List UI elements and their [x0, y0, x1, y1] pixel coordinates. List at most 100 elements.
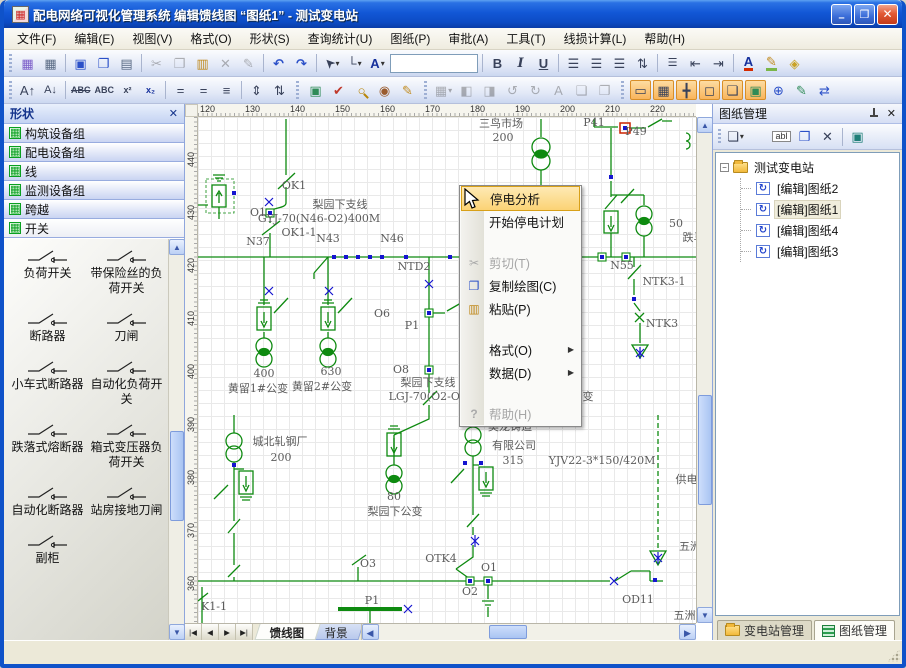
flip-vertical-button[interactable]: ◨: [479, 80, 500, 100]
approve-button[interactable]: ✔: [328, 80, 349, 100]
highlight-button[interactable]: ✎: [761, 53, 782, 73]
line-spacing-single-button[interactable]: =: [170, 80, 191, 100]
underline-button[interactable]: U: [533, 53, 554, 73]
report-table-button[interactable]: ▦: [40, 53, 61, 73]
guides-toggle[interactable]: ╋: [676, 80, 697, 100]
small-caps-button[interactable]: ABC: [94, 80, 116, 100]
last-sheet-button[interactable]: ▶|: [236, 624, 253, 640]
menu-item[interactable]: 视图(V): [123, 28, 181, 49]
font-decrease-button[interactable]: A↓: [40, 80, 61, 100]
paste-button[interactable]: ▥: [192, 53, 213, 73]
print-button[interactable]: ▤: [116, 53, 137, 73]
shape-group-bar[interactable]: ▦ 构筑设备组: [4, 124, 184, 143]
scroll-right-icon[interactable]: ▶: [679, 624, 696, 640]
stencil-shape[interactable]: 刀闸: [87, 312, 166, 344]
stencil-shape[interactable]: 跌落式熔断器: [8, 423, 87, 470]
sheet-tab[interactable]: 馈线图: [254, 624, 320, 640]
bring-forward-button[interactable]: ❏: [571, 80, 592, 100]
scroll-left-icon[interactable]: ◀: [362, 624, 379, 640]
scroll-thumb[interactable]: [698, 395, 712, 505]
rename-sheet-button[interactable]: abl: [771, 127, 792, 147]
style-combo[interactable]: [390, 54, 478, 73]
format-painter-button[interactable]: ✎: [238, 53, 259, 73]
menu-item[interactable]: 形状(S): [241, 28, 299, 49]
tree-item-sheet[interactable]: ↻ [编辑]图纸1: [741, 199, 897, 220]
delete-button[interactable]: ✕: [215, 53, 236, 73]
strikethrough-button[interactable]: ABC: [70, 80, 92, 100]
menu-item[interactable]: 图纸(P): [381, 28, 439, 49]
stencil-shape[interactable]: 站房接地刀闸: [87, 486, 166, 518]
new-drawing-button[interactable]: ▦: [17, 53, 38, 73]
context-menu-item[interactable]: ❐ 复制绘图(C): [461, 274, 580, 297]
outdent-button[interactable]: ⇤: [685, 53, 706, 73]
rotate-text-button[interactable]: A: [548, 80, 569, 100]
shape-group-bar[interactable]: ▦ 监测设备组: [4, 181, 184, 200]
indent-button[interactable]: ⇥: [708, 53, 729, 73]
vertical-text-button[interactable]: ⇅: [632, 53, 653, 73]
pan-window-toggle[interactable]: ▣: [745, 80, 766, 100]
undo-button[interactable]: ↶: [268, 53, 289, 73]
font-increase-button[interactable]: A↑: [17, 80, 38, 100]
shapes-panel-close-icon[interactable]: ✕: [169, 107, 178, 120]
delete-sheet-button[interactable]: ✕: [817, 127, 838, 147]
shape-group-bar[interactable]: ▦ 配电设备组: [4, 143, 184, 162]
align-shapes-button[interactable]: ▦: [433, 80, 454, 100]
font-color-button[interactable]: A: [738, 53, 759, 73]
stencil-shape[interactable]: 带保险丝的负荷开关: [87, 249, 166, 296]
scroll-up-icon[interactable]: ▲: [697, 117, 712, 133]
bold-button[interactable]: B: [487, 53, 508, 73]
text-tool-button[interactable]: A: [367, 53, 388, 73]
scroll-thumb[interactable]: [170, 431, 184, 521]
properties-button[interactable]: ✎: [791, 80, 812, 100]
ruler-toggle[interactable]: ▭: [630, 80, 651, 100]
stencil-shape[interactable]: 副柜: [8, 534, 87, 566]
context-menu-item[interactable]: 格式(O): [461, 338, 580, 361]
close-button[interactable]: ✕: [877, 4, 898, 25]
one-line-diagram[interactable]: 三鸟市场200P41P4950跌马赛公司OK1O1OK1-1N37N43N46梨…: [198, 117, 696, 623]
grid-toggle[interactable]: ▦: [653, 80, 674, 100]
panel-tab[interactable]: 变电站管理: [717, 620, 812, 640]
rotate-right-button[interactable]: ↻: [525, 80, 546, 100]
copy-sheet-button[interactable]: ❐: [794, 127, 815, 147]
stencil-shape[interactable]: 负荷开关: [8, 249, 87, 296]
zoom-pan-button[interactable]: ⊕: [768, 80, 789, 100]
context-menu-item[interactable]: ✂ 剪切(T): [461, 251, 580, 274]
scroll-up-icon[interactable]: ▲: [169, 239, 184, 255]
edit-note-button[interactable]: ✎: [397, 80, 418, 100]
line-spacing-15-button[interactable]: =: [193, 80, 214, 100]
page-breaks-toggle[interactable]: ❏: [722, 80, 743, 100]
stencil-shape[interactable]: 箱式变压器负荷开关: [87, 423, 166, 470]
italic-button[interactable]: I: [510, 53, 531, 73]
tree-root-station[interactable]: − 测试变电站: [718, 157, 897, 178]
align-right-button[interactable]: ☰: [609, 53, 630, 73]
print-preview-button[interactable]: ❐: [93, 53, 114, 73]
menu-item[interactable]: 编辑(E): [65, 28, 123, 49]
context-menu-item[interactable]: 开始停电计划: [461, 210, 580, 233]
bullets-button[interactable]: ☰: [662, 53, 683, 73]
scroll-down-icon[interactable]: ▼: [697, 607, 712, 623]
pointer-tool-button[interactable]: ➤: [321, 53, 342, 73]
shape-group-bar[interactable]: ▦ 线: [4, 162, 184, 181]
tree-item-sheet[interactable]: ↻ [编辑]图纸4: [741, 220, 897, 241]
insert-picture-button[interactable]: ▣: [305, 80, 326, 100]
canvas-horizontal-scrollbar[interactable]: ◀ ▶: [361, 624, 697, 640]
diagram-canvas[interactable]: 120130140150160170180190200210220 440430…: [185, 104, 712, 640]
scroll-down-icon[interactable]: ▼: [169, 624, 184, 640]
redo-button[interactable]: ↷: [291, 53, 312, 73]
resize-grip[interactable]: [887, 649, 900, 662]
menu-item[interactable]: 线损计算(L): [555, 28, 636, 49]
export-sheet-button[interactable]: ▣: [847, 127, 868, 147]
menu-item[interactable]: 格式(O): [181, 28, 240, 49]
selection-net-toggle[interactable]: ◻: [699, 80, 720, 100]
connector-tool-button[interactable]: └: [344, 53, 365, 73]
open-sheet-button[interactable]: [748, 127, 769, 147]
tree-item-sheet[interactable]: ↻ [编辑]图纸3: [741, 241, 897, 262]
align-left-button[interactable]: ☰: [563, 53, 584, 73]
new-sheet-button[interactable]: ❏: [725, 127, 746, 147]
context-menu-item[interactable]: ? 帮助(H): [461, 402, 580, 425]
context-menu-item[interactable]: 数据(D): [461, 361, 580, 384]
stencil-scrollbar[interactable]: ▲ ▼: [168, 239, 184, 640]
fill-color-button[interactable]: ◈: [784, 53, 805, 73]
stamp-button[interactable]: ◉: [374, 80, 395, 100]
drawing-panel-close-icon[interactable]: ✕: [887, 107, 896, 120]
